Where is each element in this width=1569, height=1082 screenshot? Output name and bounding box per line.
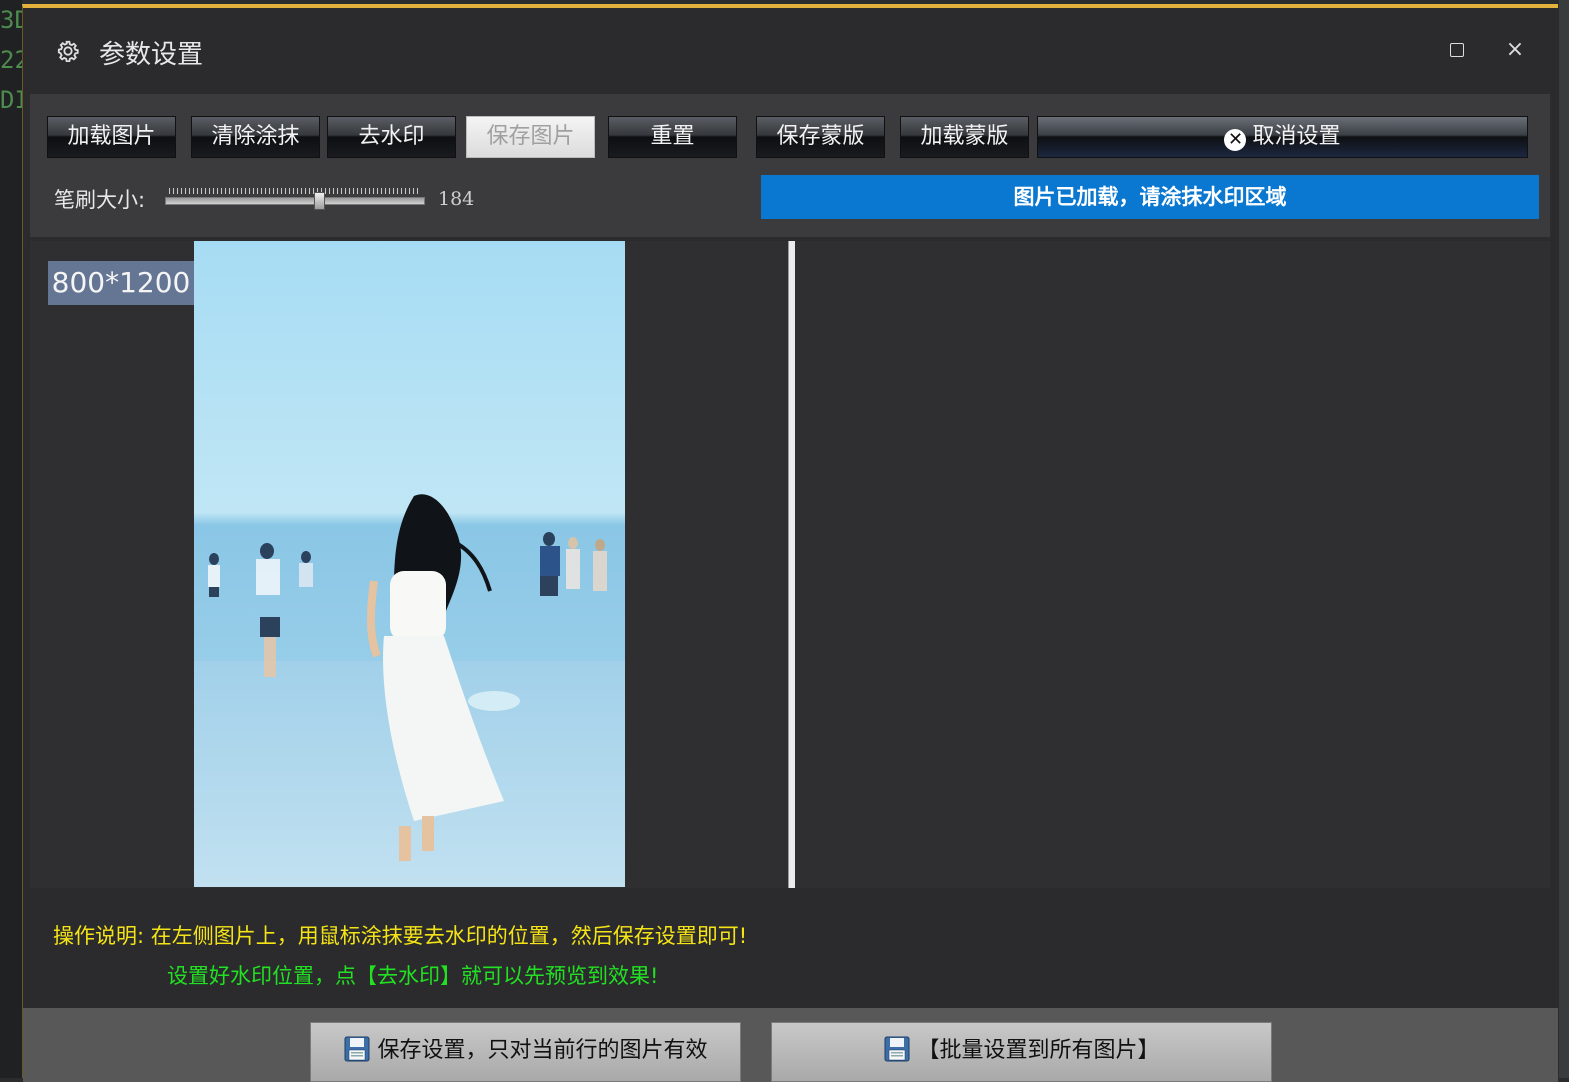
toolbar: 加载图片 清除涂抹 去水印 保存图片 重置 保存蒙版 加载蒙版 ✕ 取消设置 笔刷… xyxy=(30,94,1550,237)
instructions-text-1: 在左侧图片上，用鼠标涂抹要去水印的位置，然后保存设置即可! xyxy=(150,924,748,948)
slider-thumb[interactable] xyxy=(314,192,325,210)
image-size-badge: 800*1200 xyxy=(48,261,194,305)
instructions-line-2: 设置好水印位置，点【去水印】就可以先预览到效果! xyxy=(167,964,659,988)
brush-size-slider[interactable] xyxy=(165,186,425,214)
clear-paint-button[interactable]: 清除涂抹 xyxy=(191,116,320,158)
maximize-icon xyxy=(1450,43,1464,57)
gear-icon xyxy=(53,36,83,66)
instructions-label: 操作说明: xyxy=(53,924,145,948)
title-bar[interactable]: 参数设置 × xyxy=(23,8,1558,94)
maximize-button[interactable] xyxy=(1443,36,1471,64)
load-mask-button[interactable]: 加载蒙版 xyxy=(900,116,1029,158)
slider-ticks xyxy=(169,188,421,194)
close-icon: × xyxy=(1505,37,1525,62)
batch-apply-button[interactable]: 【批量设置到所有图片】 xyxy=(771,1022,1272,1082)
save-image-button[interactable]: 保存图片 xyxy=(466,116,595,158)
background-text-2: 22 xyxy=(0,46,22,74)
background-editor-strip: 3D 22 DI xyxy=(0,0,22,1078)
brush-size-label: 笔刷大小: xyxy=(54,188,146,212)
save-current-row-label: 保存设置，只对当前行的图片有效 xyxy=(377,1038,708,1063)
cancel-settings-label: 取消设置 xyxy=(1252,124,1341,149)
reset-button[interactable]: 重置 xyxy=(608,116,737,158)
bottom-action-bar: 保存设置，只对当前行的图片有效 【批量设置到所有图片】 xyxy=(23,1008,1558,1082)
batch-apply-label: 【批量设置到所有图片】 xyxy=(917,1038,1160,1063)
background-right-strip xyxy=(1559,0,1569,1078)
close-button[interactable]: × xyxy=(1501,36,1529,64)
settings-dialog: 参数设置 × 加载图片 清除涂抹 去水印 保存图片 重置 保存蒙版 加载蒙版 ✕… xyxy=(22,4,1558,1082)
cancel-circle-icon: ✕ xyxy=(1224,129,1247,151)
source-photo[interactable] xyxy=(194,241,625,887)
background-text-1: 3D xyxy=(0,6,22,34)
instructions-line-1: 操作说明: 在左侧图片上，用鼠标涂抹要去水印的位置，然后保存设置即可! xyxy=(53,920,747,950)
save-mask-button[interactable]: 保存蒙版 xyxy=(756,116,885,158)
dialog-title: 参数设置 xyxy=(99,40,204,70)
background-text-3: DI xyxy=(0,86,22,114)
result-preview-pane xyxy=(795,241,1550,888)
slider-track[interactable] xyxy=(165,197,425,205)
floppy-disk-icon xyxy=(884,1036,910,1062)
brush-size-value: 184 xyxy=(438,188,475,210)
load-image-button[interactable]: 加载图片 xyxy=(47,116,176,158)
cancel-settings-button[interactable]: ✕ 取消设置 xyxy=(1037,116,1528,158)
source-image-pane[interactable]: 800*1200 xyxy=(30,241,788,888)
status-banner: 图片已加载，请涂抹水印区域 xyxy=(761,175,1539,219)
instructions-panel: 操作说明: 在左侧图片上，用鼠标涂抹要去水印的位置，然后保存设置即可! 设置好水… xyxy=(30,892,1550,1008)
floppy-disk-icon xyxy=(344,1036,370,1062)
remove-watermark-button[interactable]: 去水印 xyxy=(327,116,456,158)
save-current-row-button[interactable]: 保存设置，只对当前行的图片有效 xyxy=(310,1022,741,1082)
